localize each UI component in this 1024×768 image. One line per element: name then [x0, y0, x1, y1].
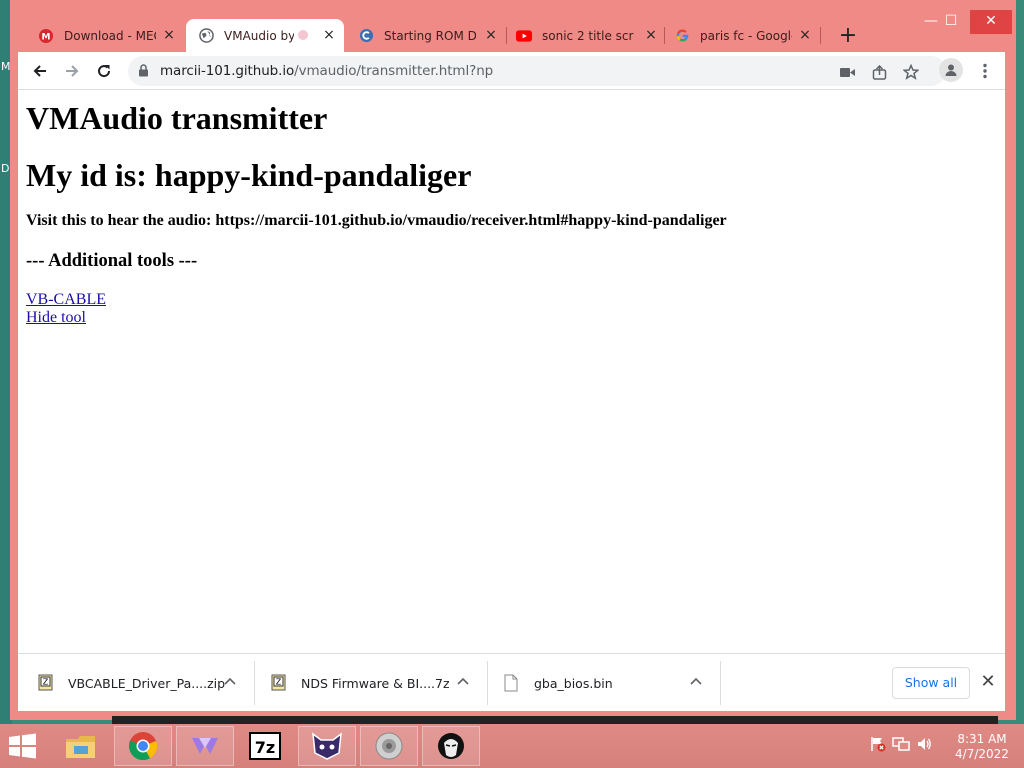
download-item[interactable]: Z NDS Firmware & BI....7z	[251, 654, 487, 712]
url-path: /vmaudio/transmitter.html?np	[294, 63, 494, 79]
tools-heading: --- Additional tools ---	[26, 251, 198, 271]
download-item[interactable]: gba_bios.bin	[484, 654, 720, 712]
share-icon[interactable]	[870, 63, 888, 81]
vb-cable-link[interactable]: VB-CABLE	[26, 291, 997, 309]
tab-label: sonic 2 title screen	[542, 28, 634, 43]
chevron-up-icon[interactable]	[222, 674, 238, 690]
svg-text:M: M	[42, 32, 51, 42]
file-icon	[504, 674, 520, 692]
visit-text: Visit this to hear the audio: https://ma…	[26, 212, 727, 229]
google-icon	[674, 28, 690, 44]
reload-icon[interactable]	[90, 57, 118, 85]
tab-label: paris fc - Google	[700, 28, 792, 43]
tab-label: Starting ROM Download	[384, 28, 476, 43]
taskbar: 7z 8:31 AM 4/7/2022	[0, 724, 1024, 768]
clock-date: 4/7/2022	[955, 747, 1009, 761]
tab-label: VMAudio by	[224, 28, 294, 43]
chevron-up-icon[interactable]	[688, 674, 704, 690]
camera-icon[interactable]	[838, 63, 856, 81]
address-bar[interactable]: marcii-101.github.io/vmaudio/transmitter…	[128, 56, 946, 86]
download-filename: gba_bios.bin	[534, 675, 613, 691]
show-all-button[interactable]: Show all	[892, 667, 970, 699]
url-domain: marcii-101.github.io	[160, 63, 295, 79]
cdromance-icon	[358, 28, 374, 44]
cat-app-icon[interactable]	[298, 726, 356, 766]
download-item[interactable]: Z VBCABLE_Driver_Pa....zip	[18, 654, 254, 712]
tab-vmaudio[interactable]: VMAudio by ×	[186, 19, 344, 52]
page-title: VMAudio transmitter	[26, 100, 328, 136]
youtube-icon	[516, 28, 532, 44]
hacker-app-icon[interactable]	[422, 726, 480, 766]
chevron-up-icon[interactable]	[455, 674, 471, 690]
close-tab-icon[interactable]: ×	[484, 28, 498, 42]
tab-separator	[820, 27, 821, 44]
download-filename: NDS Firmware & BI....7z	[301, 675, 450, 691]
zip-archive-icon: Z	[271, 674, 287, 692]
new-tab-button[interactable]: +	[834, 19, 862, 52]
windows-start-icon[interactable]	[8, 733, 38, 761]
lock-icon[interactable]	[138, 64, 149, 82]
profile-avatar-icon[interactable]	[939, 58, 963, 82]
close-tab-icon[interactable]: ×	[162, 28, 176, 42]
system-tray	[870, 736, 932, 757]
background-window	[112, 716, 998, 724]
system-clock[interactable]: 8:31 AM 4/7/2022	[952, 732, 1012, 762]
url-text: marcii-101.github.io/vmaudio/transmitter…	[160, 63, 493, 79]
tab-mega[interactable]: M Download - MEGA ×	[18, 19, 184, 52]
close-tab-icon[interactable]: ×	[644, 28, 658, 42]
download-shelf: Z VBCABLE_Driver_Pa....zip Z NDS Firmwar…	[18, 653, 1005, 711]
tab-youtube[interactable]: sonic 2 title screen ×	[506, 19, 666, 52]
network-icon[interactable]	[892, 736, 910, 757]
file-explorer-icon[interactable]	[52, 726, 110, 766]
chrome-icon[interactable]	[114, 726, 172, 766]
download-filename: VBCABLE_Driver_Pa....zip	[68, 675, 226, 691]
browser-toolbar: marcii-101.github.io/vmaudio/transmitter…	[18, 52, 1005, 90]
close-tab-icon[interactable]: ×	[322, 28, 336, 42]
back-arrow-icon[interactable]	[26, 57, 54, 85]
globe-icon	[198, 28, 214, 44]
id-heading: My id is: happy-kind-pandaliger	[26, 157, 472, 193]
flag-alert-icon[interactable]	[870, 736, 886, 757]
recording-indicator-icon	[298, 30, 308, 40]
7zip-icon[interactable]: 7z	[236, 726, 294, 766]
download-separator	[720, 661, 721, 705]
close-tab-icon[interactable]: ×	[798, 28, 812, 42]
svg-text:Z: Z	[43, 678, 49, 687]
speaker-app-icon[interactable]	[360, 726, 418, 766]
volume-icon[interactable]	[916, 736, 932, 757]
clock-time: 8:31 AM	[957, 732, 1007, 746]
tab-google[interactable]: paris fc - Google ×	[664, 19, 820, 52]
7zip-icon-label: 7z	[255, 738, 275, 757]
svg-text:Z: Z	[276, 678, 282, 687]
close-shelf-icon[interactable]: ✕	[978, 672, 998, 692]
forward-arrow-icon[interactable]	[58, 57, 86, 85]
triangle-app-icon[interactable]	[176, 726, 234, 766]
hide-tool-link[interactable]: Hide tool	[26, 309, 997, 327]
more-menu-icon[interactable]	[976, 58, 994, 84]
mega-icon: M	[38, 28, 54, 44]
zip-archive-icon: Z	[38, 674, 54, 692]
tab-strip: M Download - MEGA × VMAudio by × Startin…	[18, 19, 1003, 52]
tab-label: Download - MEGA	[64, 28, 156, 43]
page-content: VMAudio transmitter My id is: happy-kind…	[18, 90, 1005, 653]
tab-rom-download[interactable]: Starting ROM Download ×	[346, 19, 506, 52]
desktop-icon-letter: D	[1, 162, 10, 175]
bookmark-star-icon[interactable]	[902, 63, 920, 81]
